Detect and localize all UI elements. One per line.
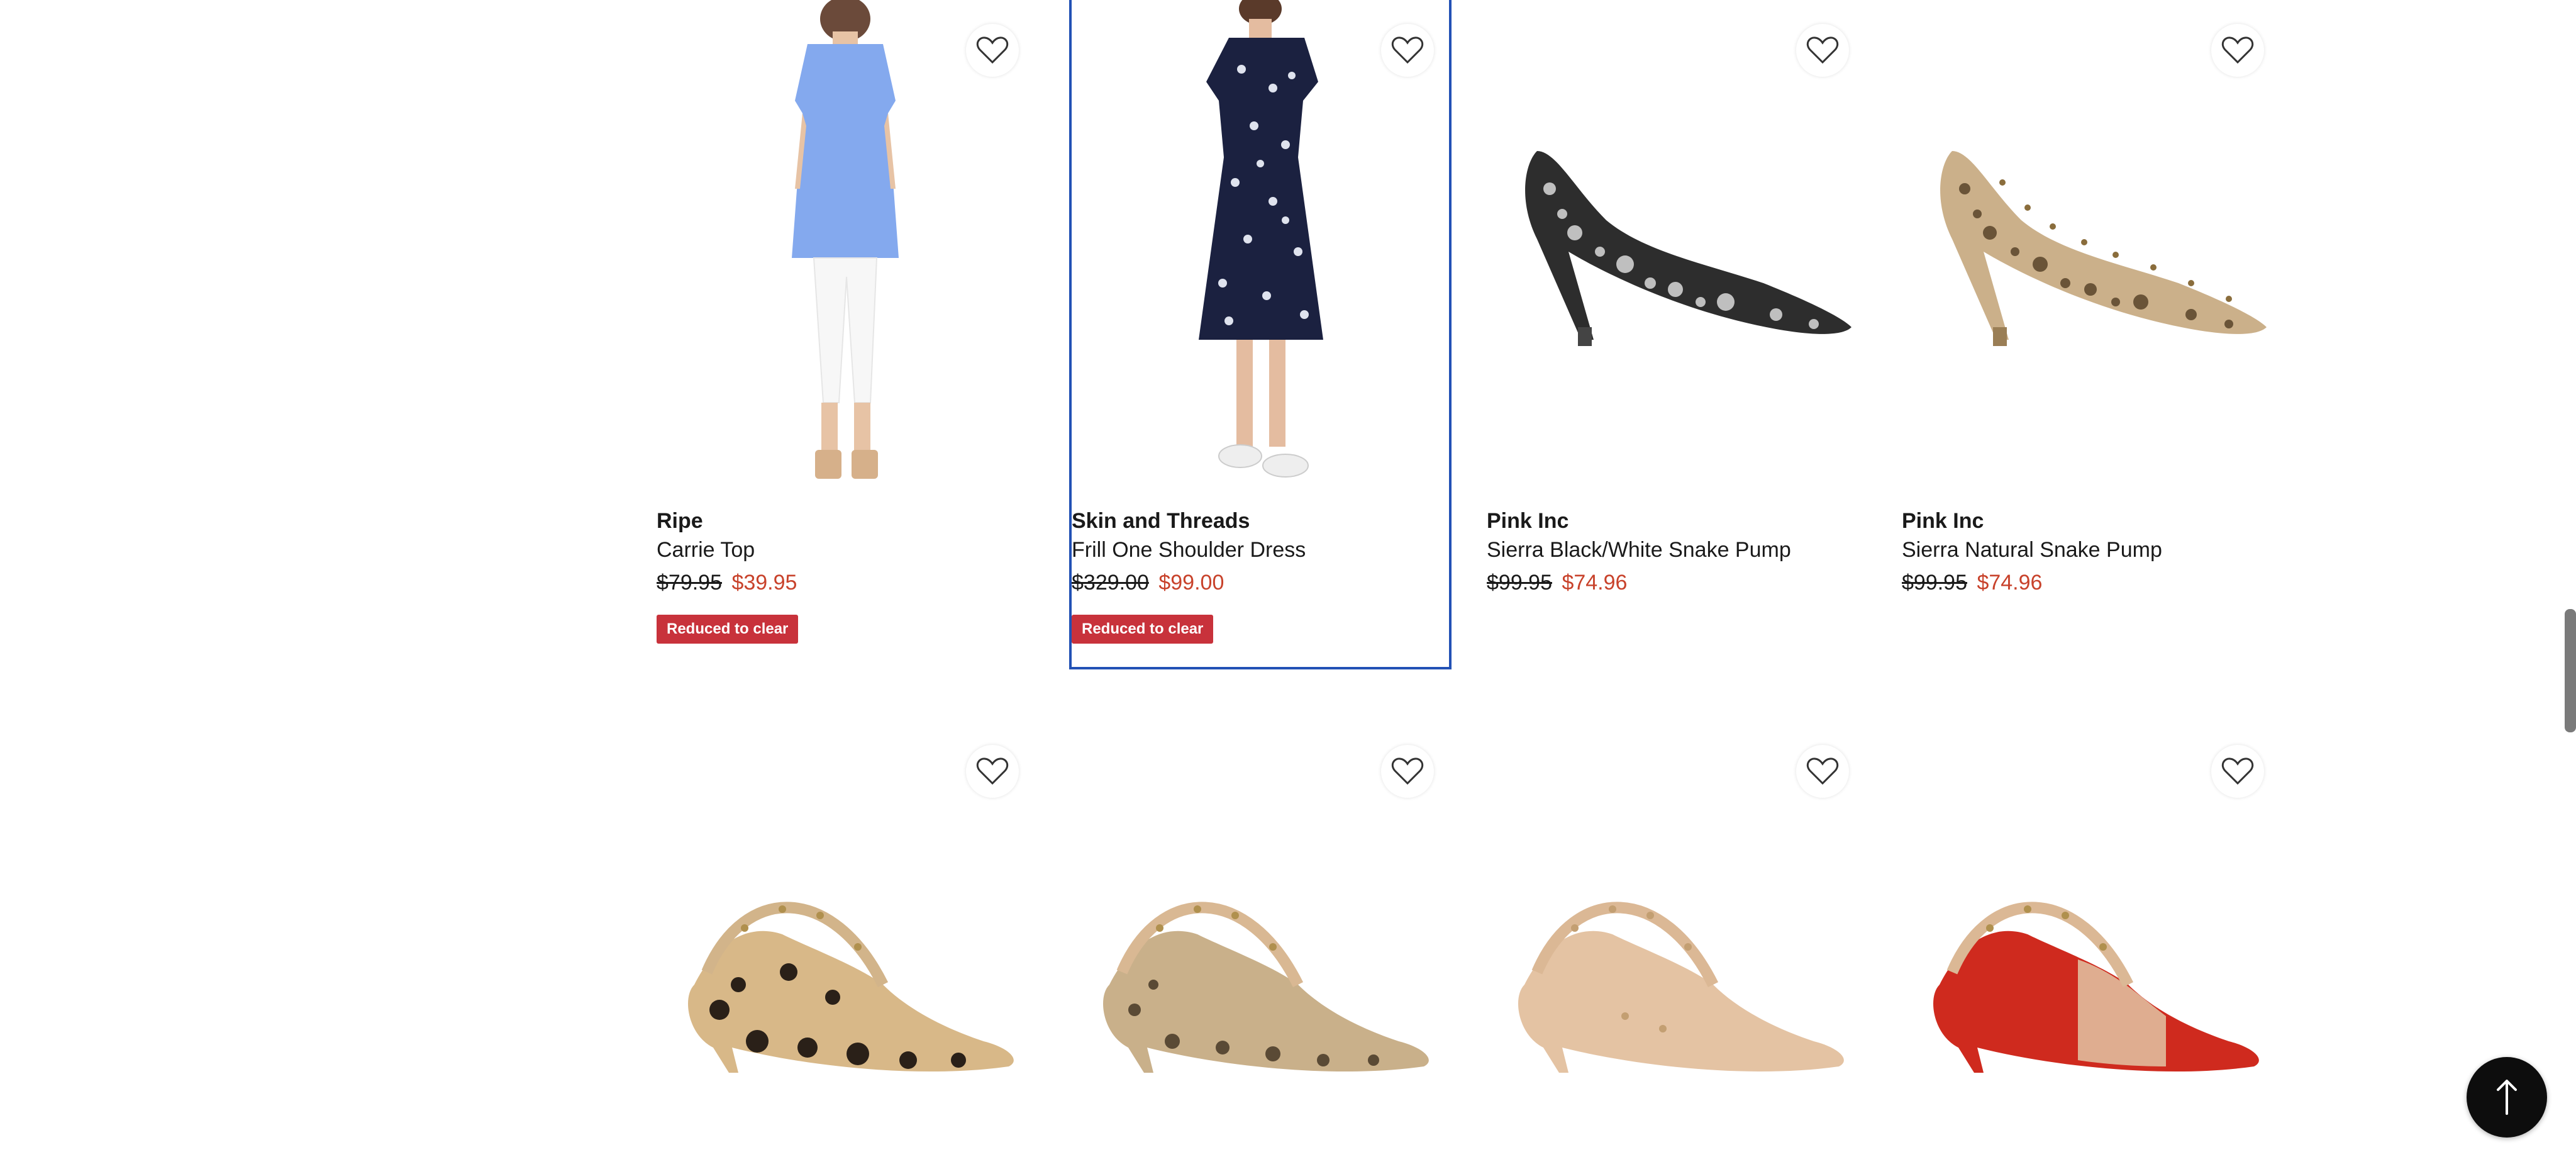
- product-image[interactable]: [1914, 721, 2267, 1169]
- product-brand: Skin and Threads: [1072, 509, 1250, 533]
- heart-icon: [1806, 758, 1839, 785]
- was-price: $99.95: [1487, 571, 1552, 595]
- product-image[interactable]: [1499, 0, 1852, 491]
- favorite-button[interactable]: [966, 745, 1019, 798]
- product-info: Pink Inc Sierra Natural Snake Pump $99.9…: [1902, 506, 2279, 601]
- arrow-up-icon: [2497, 1080, 2517, 1115]
- heart-icon: [1391, 758, 1424, 785]
- heart-icon: [2221, 36, 2254, 64]
- product-card[interactable]: [1902, 721, 2279, 1169]
- product-title[interactable]: Carrie Top: [657, 535, 1034, 564]
- product-brand: Ripe: [657, 509, 703, 533]
- product-image[interactable]: [669, 0, 1021, 491]
- heart-icon: [976, 758, 1009, 785]
- scrollbar-thumb[interactable]: [2565, 609, 2576, 732]
- reduced-to-clear-badge: Reduced to clear: [657, 615, 799, 644]
- sale-price: $99.00: [1158, 571, 1224, 595]
- product-title[interactable]: Frill One Shoulder Dress: [1072, 535, 1449, 564]
- heart-icon: [1391, 36, 1424, 64]
- product-image[interactable]: [1084, 721, 1436, 1169]
- was-price: $329.00: [1072, 571, 1149, 595]
- snake-slingback-icon: [1103, 902, 1429, 1073]
- product-listing-page: Ripe Carrie Top $79.95 $39.95 Reduced to…: [0, 0, 2576, 1169]
- back-to-top-button[interactable]: [2467, 1057, 2547, 1138]
- product-card[interactable]: [1072, 721, 1449, 1169]
- favorite-button[interactable]: [1381, 24, 1434, 77]
- product-title[interactable]: Sierra Black/White Snake Pump: [1487, 535, 1864, 564]
- reduced-to-clear-badge: Reduced to clear: [1072, 615, 1214, 644]
- product-card[interactable]: Pink Inc Sierra Natural Snake Pump $99.9…: [1902, 0, 2279, 667]
- product-brand: Pink Inc: [1902, 509, 1984, 533]
- product-prices: $99.95 $74.96: [1487, 564, 1864, 601]
- favorite-button[interactable]: [2211, 745, 2264, 798]
- heart-icon: [1806, 36, 1839, 64]
- heart-icon: [976, 36, 1009, 64]
- product-prices: $329.00 $99.00: [1072, 564, 1449, 601]
- was-price: $99.95: [1902, 571, 1967, 595]
- product-prices: $79.95 $39.95: [657, 564, 1034, 601]
- sale-price: $74.96: [1562, 571, 1628, 595]
- product-card[interactable]: [1487, 721, 1864, 1169]
- red-slingback-icon: [1933, 902, 2259, 1073]
- product-info: Pink Inc Sierra Black/White Snake Pump $…: [1487, 506, 1864, 601]
- product-info: Ripe Carrie Top $79.95 $39.95 Reduced to…: [657, 506, 1034, 644]
- favorite-button[interactable]: [1381, 745, 1434, 798]
- product-card[interactable]: [657, 721, 1034, 1169]
- product-image[interactable]: [1914, 0, 2267, 491]
- blue-top-icon: [792, 0, 899, 479]
- sale-price: $39.95: [731, 571, 797, 595]
- product-card[interactable]: Ripe Carrie Top $79.95 $39.95 Reduced to…: [657, 0, 1034, 667]
- sale-price: $74.96: [1977, 571, 2043, 595]
- was-price: $79.95: [657, 571, 722, 595]
- floral-dress-icon: [1199, 0, 1323, 478]
- leopard-slingback-icon: [688, 902, 1014, 1073]
- black-snake-pump-icon: [1525, 151, 1852, 346]
- heart-icon: [2221, 758, 2254, 785]
- natural-snake-pump-icon: [1940, 151, 2267, 346]
- product-card[interactable]: Pink Inc Sierra Black/White Snake Pump $…: [1487, 0, 1864, 667]
- product-image[interactable]: [669, 721, 1021, 1169]
- favorite-button[interactable]: [1796, 745, 1849, 798]
- product-grid: Ripe Carrie Top $79.95 $39.95 Reduced to…: [657, 0, 2304, 1169]
- product-info: Skin and Threads Frill One Shoulder Dres…: [1072, 506, 1449, 644]
- nude-slingback-icon: [1518, 902, 1844, 1073]
- favorite-button[interactable]: [2211, 24, 2264, 77]
- product-image[interactable]: [1499, 721, 1852, 1169]
- favorite-button[interactable]: [966, 24, 1019, 77]
- product-prices: $99.95 $74.96: [1902, 564, 2279, 601]
- product-title[interactable]: Sierra Natural Snake Pump: [1902, 535, 2279, 564]
- favorite-button[interactable]: [1796, 24, 1849, 77]
- product-card[interactable]: Skin and Threads Frill One Shoulder Dres…: [1069, 0, 1452, 669]
- product-brand: Pink Inc: [1487, 509, 1569, 533]
- product-image[interactable]: [1084, 0, 1436, 491]
